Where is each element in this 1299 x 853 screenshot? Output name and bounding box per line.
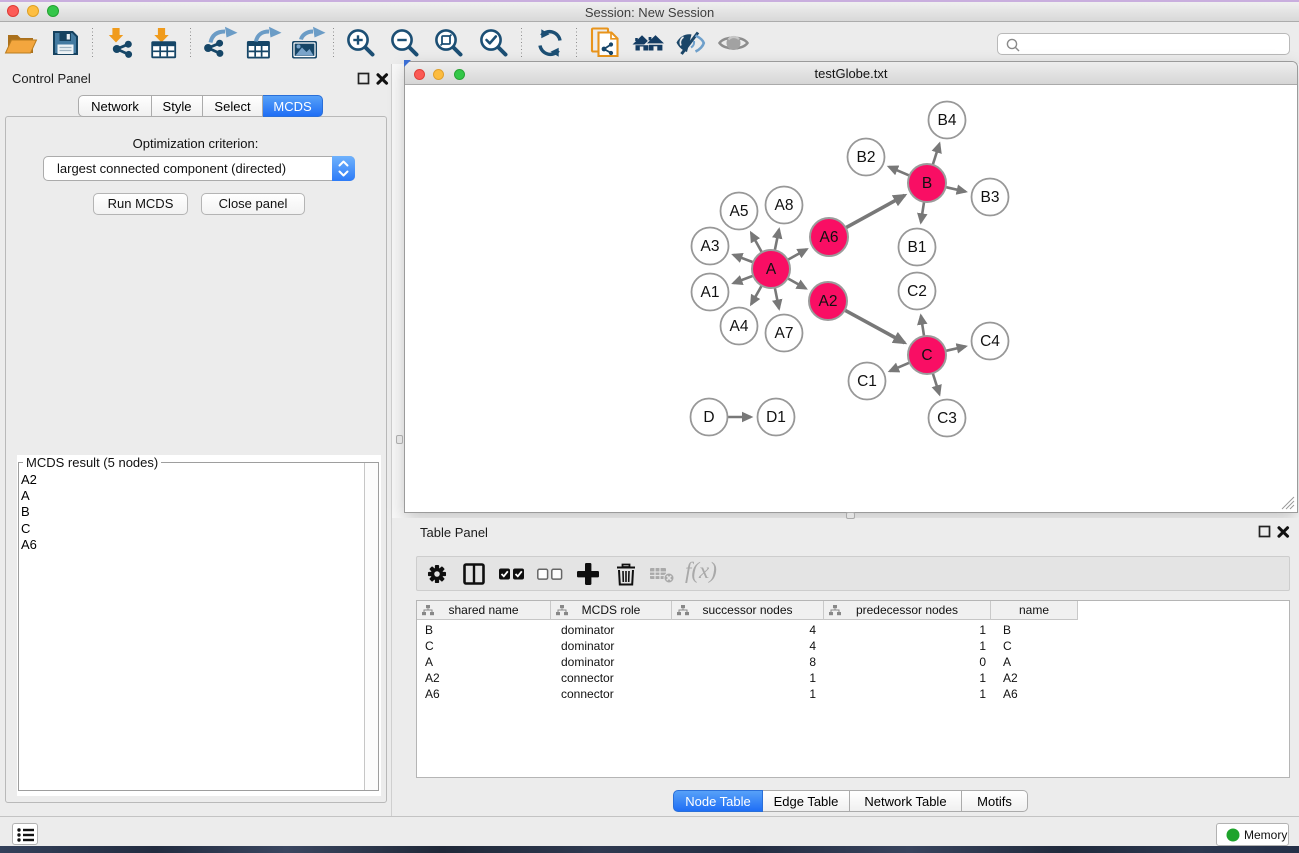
svg-text:C4: C4 <box>980 333 1000 350</box>
svg-text:A: A <box>766 261 777 278</box>
svg-text:A5: A5 <box>730 203 749 220</box>
svg-text:B3: B3 <box>981 189 1000 206</box>
svg-text:C1: C1 <box>857 373 877 390</box>
svg-text:D: D <box>703 409 714 426</box>
svg-text:C3: C3 <box>937 410 957 427</box>
svg-text:A2: A2 <box>819 293 838 310</box>
svg-text:A1: A1 <box>701 284 720 301</box>
svg-text:D1: D1 <box>766 409 786 426</box>
svg-text:A7: A7 <box>775 325 794 342</box>
svg-text:B4: B4 <box>938 112 957 129</box>
svg-text:A8: A8 <box>775 197 794 214</box>
svg-text:B2: B2 <box>857 149 876 166</box>
svg-text:A6: A6 <box>820 229 839 246</box>
svg-text:A4: A4 <box>730 318 749 335</box>
svg-text:C2: C2 <box>907 283 927 300</box>
svg-text:B: B <box>922 175 932 192</box>
svg-text:C: C <box>921 347 932 364</box>
svg-text:A3: A3 <box>701 238 720 255</box>
svg-text:B1: B1 <box>908 239 927 256</box>
